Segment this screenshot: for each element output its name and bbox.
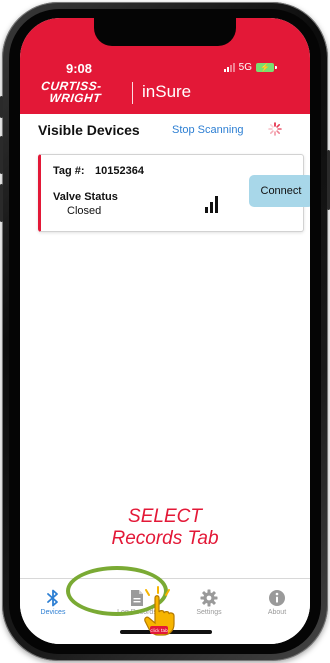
tag-number: 10152364 <box>95 165 144 177</box>
scanning-spinner-icon <box>268 122 282 136</box>
valve-status-value: Closed <box>67 205 102 217</box>
volume-up-button <box>0 136 3 174</box>
device-card[interactable]: Tag #: 10152364 Valve Status Closed Conn… <box>38 154 310 232</box>
tab-about[interactable]: About <box>246 589 308 616</box>
curtiss-wright-logo: CURTISS- WRIGHT <box>40 79 103 105</box>
pointer-badge-text: click tab <box>150 628 168 633</box>
status-time: 9:08 <box>66 61 93 76</box>
signal-strength-icon <box>205 195 218 213</box>
status-indicators: 5G ⚡ <box>223 62 277 73</box>
volume-down-button <box>0 184 3 222</box>
cellular-signal-icon <box>223 63 235 72</box>
pointing-hand-icon: click tab <box>144 586 175 636</box>
network-type: 5G <box>238 62 252 73</box>
valve-status-label: Valve Status <box>53 191 118 203</box>
gear-icon <box>200 589 218 607</box>
instruction-line-2: Records Tab <box>111 528 219 549</box>
notch <box>94 18 236 46</box>
bluetooth-icon <box>47 589 58 607</box>
mute-switch <box>0 96 3 118</box>
app-screen: 9:08 5G ⚡ CURTISS- WRIGHT inSure Visible… <box>20 18 310 644</box>
battery-icon: ⚡ <box>256 63 277 72</box>
brand-bar: CURTISS- WRIGHT inSure <box>40 79 290 106</box>
connect-button[interactable]: Connect <box>249 175 310 207</box>
info-icon <box>269 590 285 606</box>
instruction-overlay: SELECT Records Tab <box>20 506 310 550</box>
tag-label: Tag #: <box>53 165 85 177</box>
app-name: inSure <box>142 82 192 101</box>
stop-scanning-button[interactable]: Stop Scanning <box>172 124 244 136</box>
brand-divider <box>132 82 133 104</box>
instruction-line-1: SELECT <box>128 506 202 527</box>
visible-devices-title: Visible Devices <box>38 122 140 138</box>
tab-settings[interactable]: Settings <box>178 589 240 616</box>
